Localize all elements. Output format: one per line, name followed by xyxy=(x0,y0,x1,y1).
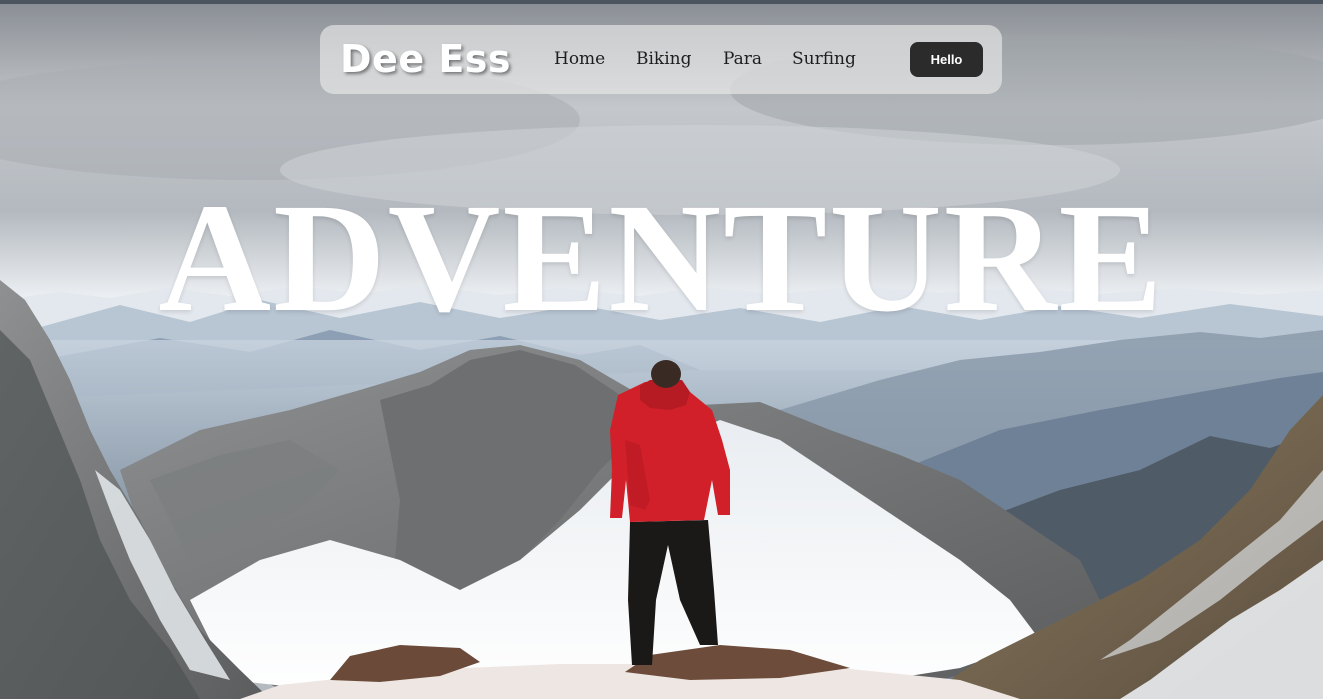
nav-link-home[interactable]: Home xyxy=(554,49,605,69)
nav-link-para[interactable]: Para xyxy=(723,49,762,69)
hero-headline: ADVENTURE xyxy=(158,171,1165,344)
nav-link-surfing[interactable]: Surfing xyxy=(792,49,856,69)
hello-button[interactable]: Hello xyxy=(910,42,983,77)
hero-section: Dee Ess Home Biking Para Surfing Hello A… xyxy=(0,0,1323,699)
logo[interactable]: Dee Ess xyxy=(340,37,511,81)
nav-link-biking[interactable]: Biking xyxy=(636,49,692,69)
hero-background-image xyxy=(0,4,1323,699)
navbar: Dee Ess Home Biking Para Surfing Hello xyxy=(320,25,1002,94)
